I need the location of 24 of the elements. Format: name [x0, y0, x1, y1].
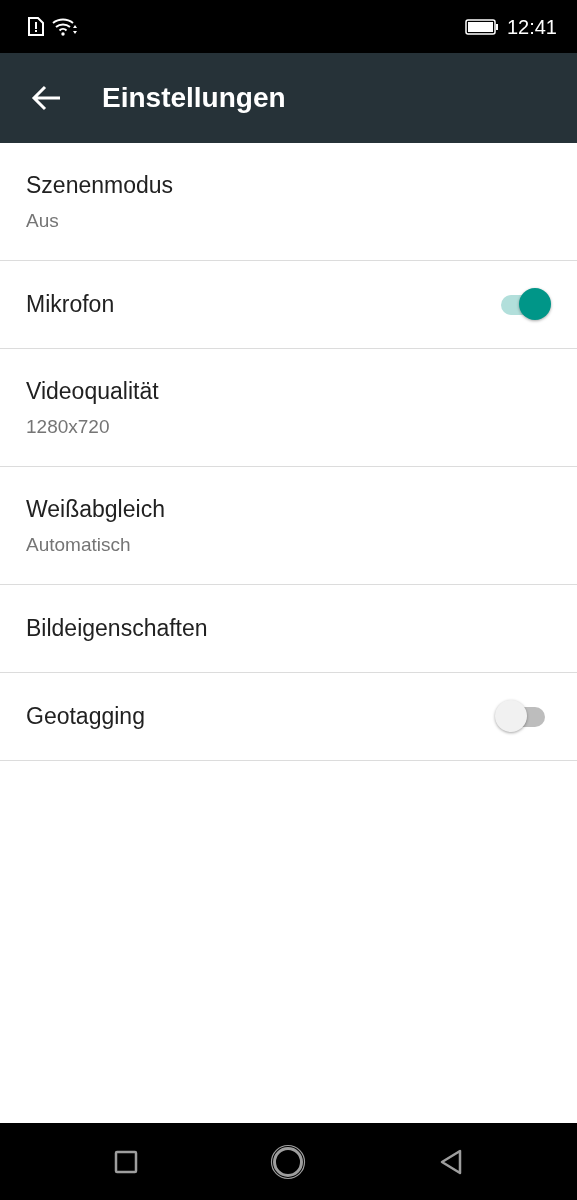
settings-row[interactable]: Videoqualität 1280x720 — [0, 349, 577, 467]
settings-row[interactable]: Szenenmodus Aus — [0, 143, 577, 261]
settings-row[interactable]: Weißabgleich Automatisch — [0, 467, 577, 585]
setting-value: 1280x720 — [26, 414, 111, 439]
setting-title: Weißabgleich — [26, 495, 166, 524]
settings-row[interactable]: Bildeigenschaften — [0, 585, 577, 673]
setting-title: Szenenmodus — [26, 171, 175, 200]
settings-row[interactable]: Geotagging — [0, 673, 577, 761]
wifi-icon — [52, 17, 78, 36]
back-button[interactable] — [30, 84, 62, 112]
battery-icon — [464, 18, 499, 35]
sim-alert-icon — [28, 17, 44, 36]
clock: 12:41 — [506, 14, 557, 40]
screen-title: Einstellungen — [102, 81, 286, 115]
setting-title: Geotagging — [26, 702, 146, 732]
home-button[interactable] — [270, 1143, 307, 1180]
setting-title: Bildeigenschaften — [26, 614, 209, 644]
back-nav-button[interactable] — [438, 1148, 463, 1175]
setting-value: Aus — [26, 208, 60, 233]
setting-title: Mikrofon — [26, 290, 116, 320]
setting-title: Videoqualität — [26, 377, 160, 406]
recents-button[interactable] — [114, 1149, 139, 1174]
settings-row[interactable]: Mikrofon — [0, 261, 577, 349]
setting-value: Automatisch — [26, 532, 132, 557]
